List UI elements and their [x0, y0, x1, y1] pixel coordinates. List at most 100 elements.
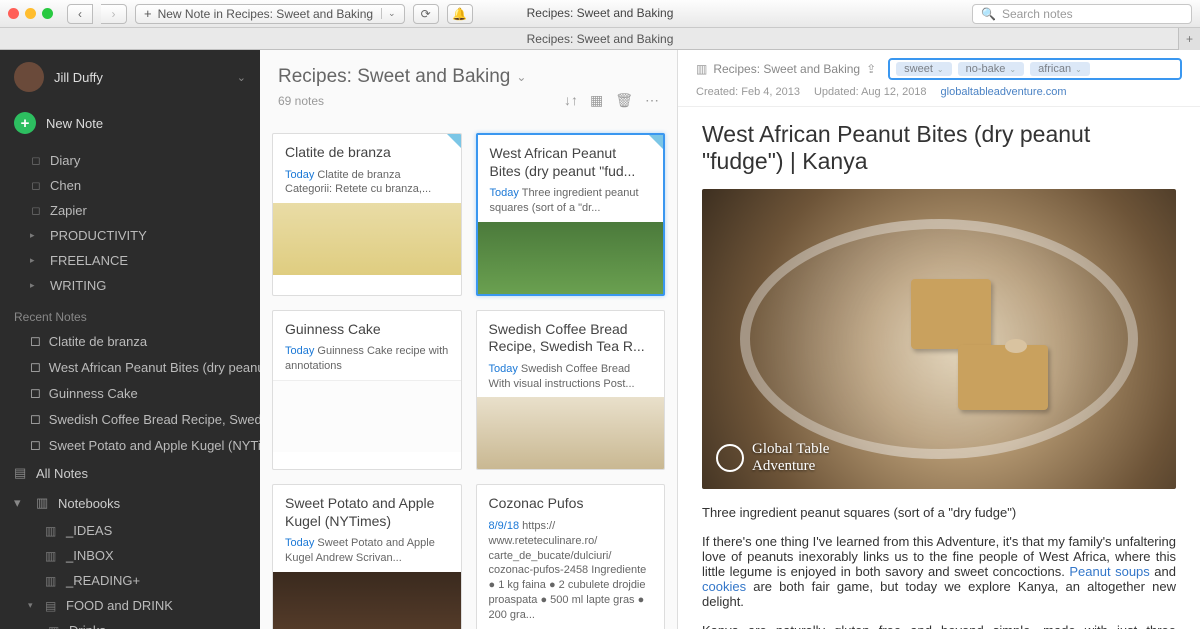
recent-note-4[interactable]: ◻Sweet Potato and Apple Kugel (NYTimes): [0, 432, 260, 458]
view-options-button[interactable]: ▦: [590, 92, 603, 109]
recent-note-3[interactable]: ◻Swedish Coffee Bread Recipe, Swedish...: [0, 406, 260, 432]
note-meta: Created: Feb 4, 2013 Updated: Aug 12, 20…: [678, 84, 1200, 107]
corner-icon: [649, 135, 663, 149]
recent-note-0[interactable]: ◻Clatite de branza: [0, 328, 260, 354]
note-icon: ◻: [30, 437, 41, 453]
note-card-0[interactable]: Clatite de branza Today Clatite de branz…: [272, 133, 462, 296]
close-window-button[interactable]: [8, 8, 19, 19]
list-title-button[interactable]: Recipes: Sweet and Baking ⌄: [278, 66, 659, 88]
note-card-4[interactable]: Sweet Potato and Apple Kugel (NYTimes) T…: [272, 484, 462, 629]
note-icon: ◻: [30, 359, 41, 375]
shortcut-productivity[interactable]: ▸PRODUCTIVITY: [0, 223, 260, 248]
tag-nobake[interactable]: no-bake⌄: [958, 62, 1024, 76]
tag-sweet[interactable]: sweet⌄: [896, 62, 951, 76]
sort-button[interactable]: ↓↑: [564, 92, 578, 109]
notebook-ideas[interactable]: ▥_IDEAS: [0, 518, 260, 543]
thumbnail-image: [478, 222, 664, 294]
link-cookies[interactable]: cookies: [702, 579, 746, 594]
shortcut-freelance[interactable]: ▸FREELANCE: [0, 248, 260, 273]
triangle-icon: ▸: [30, 230, 42, 241]
note-body[interactable]: Three ingredient peanut squares (sort of…: [678, 505, 1200, 629]
notebook-icon: ▥: [45, 524, 59, 538]
new-note-text: New Note: [46, 116, 103, 131]
minimize-window-button[interactable]: [25, 8, 36, 19]
account-menu[interactable]: Jill Duffy ⌄: [0, 50, 260, 104]
notebook-drinks[interactable]: ▥Drinks: [0, 618, 260, 629]
corner-icon: [447, 134, 461, 148]
thumbnail-image: [477, 397, 665, 469]
notes-icon: ▤: [14, 465, 28, 481]
maximize-window-button[interactable]: [42, 8, 53, 19]
all-notes[interactable]: ▤All Notes: [0, 458, 260, 488]
shortcut-chen[interactable]: ◻Chen: [0, 173, 260, 198]
chevron-down-icon: ⌄: [1009, 65, 1016, 74]
note-list-panel: Recipes: Sweet and Baking ⌄ 69 notes ↓↑ …: [260, 50, 678, 629]
stack-icon: ▤: [45, 599, 59, 613]
shortcut-diary[interactable]: ◻Diary: [0, 148, 260, 173]
tags-input[interactable]: sweet⌄ no-bake⌄ african⌄: [888, 58, 1182, 80]
add-tab-button[interactable]: +: [1178, 28, 1200, 50]
note-icon: ◻: [30, 385, 41, 401]
breadcrumb[interactable]: Recipes: Sweet and Baking: [713, 62, 860, 76]
list-title: Recipes: Sweet and Baking: [278, 66, 510, 88]
sync-button[interactable]: ⟳: [413, 4, 439, 24]
chevron-down-icon: ⌄: [516, 70, 526, 84]
sidebar-new-note[interactable]: + New Note: [0, 104, 260, 148]
new-note-in-notebook-button[interactable]: + New Note in Recipes: Sweet and Baking …: [135, 4, 405, 24]
shortcut-writing[interactable]: ▸WRITING: [0, 273, 260, 298]
note-icon: ◻: [30, 204, 42, 217]
traffic-lights: [8, 8, 53, 19]
tab-current[interactable]: Recipes: Sweet and Baking: [527, 32, 674, 46]
notebook-icon: ▥: [696, 62, 707, 76]
notebook-reading[interactable]: ▥_READING+: [0, 568, 260, 593]
note-icon: ◻: [30, 411, 41, 427]
triangle-icon: ▸: [30, 255, 42, 266]
triangle-down-icon: ▾: [28, 600, 38, 611]
note-card-2[interactable]: Guinness Cake Today Guinness Cake recipe…: [272, 310, 462, 471]
note-pane: ▥ Recipes: Sweet and Baking ⇪ sweet⌄ no-…: [678, 50, 1200, 629]
share-icon[interactable]: ⇪: [866, 62, 876, 76]
delete-button[interactable]: 🗑: [615, 92, 633, 109]
tab-strip: Recipes: Sweet and Baking +: [0, 28, 1200, 50]
recent-note-2[interactable]: ◻Guinness Cake: [0, 380, 260, 406]
note-icon: ◻: [30, 154, 42, 167]
shortcut-zapier[interactable]: ◻Zapier: [0, 198, 260, 223]
triangle-down-icon: ▾: [14, 495, 28, 511]
image-watermark: Global TableAdventure: [716, 441, 829, 475]
notebooks-header[interactable]: ▾▥Notebooks: [0, 488, 260, 518]
window-toolbar: ‹ › + New Note in Recipes: Sweet and Bak…: [0, 0, 1200, 28]
search-placeholder: Search notes: [1002, 7, 1073, 21]
avatar: [14, 62, 44, 92]
note-title[interactable]: West African Peanut Bites (dry peanut "f…: [678, 107, 1200, 183]
notebook-icon: ▥: [45, 549, 59, 563]
new-note-dropdown[interactable]: ⌄: [381, 8, 396, 19]
note-card-5[interactable]: Cozonac Pufos 8/9/18 https:// www.retete…: [476, 484, 666, 629]
notebook-icon: ▥: [36, 495, 50, 511]
note-subtitle: Three ingredient peanut squares (sort of…: [702, 505, 1176, 520]
note-count: 69 notes: [278, 94, 324, 108]
note-card-1[interactable]: West African Peanut Bites (dry peanut "f…: [476, 133, 666, 296]
sidebar: Jill Duffy ⌄ + New Note ◻Diary ◻Chen ◻Za…: [0, 50, 260, 629]
thumbnail-image: [273, 380, 461, 452]
recent-note-1[interactable]: ◻West African Peanut Bites (dry peanut "…: [0, 354, 260, 380]
user-name: Jill Duffy: [54, 70, 227, 85]
notebook-inbox[interactable]: ▥_INBOX: [0, 543, 260, 568]
forward-button[interactable]: ›: [101, 4, 127, 24]
plus-icon: +: [144, 6, 152, 21]
note-card-3[interactable]: Swedish Coffee Bread Recipe, Swedish Tea…: [476, 310, 666, 471]
recent-notes-header: Recent Notes: [0, 298, 260, 328]
source-link[interactable]: globaltableadventure.com: [941, 86, 1067, 98]
chevron-down-icon: ⌄: [1075, 65, 1082, 74]
more-button[interactable]: ⋯: [645, 92, 659, 109]
hero-image: Global TableAdventure: [702, 189, 1176, 489]
back-button[interactable]: ‹: [67, 4, 93, 24]
note-icon: ◻: [30, 179, 42, 192]
link-peanut-soups[interactable]: Peanut soups: [1069, 564, 1149, 579]
new-note-label: New Note in Recipes: Sweet and Baking: [158, 7, 373, 21]
reminders-button[interactable]: 🔔: [447, 4, 473, 24]
tag-african[interactable]: african⌄: [1030, 62, 1090, 76]
thumbnail-image: [273, 572, 461, 629]
notebook-food[interactable]: ▾▤FOOD and DRINK: [0, 593, 260, 618]
chevron-down-icon: ⌄: [937, 65, 944, 74]
search-input[interactable]: 🔍 Search notes: [972, 4, 1192, 24]
